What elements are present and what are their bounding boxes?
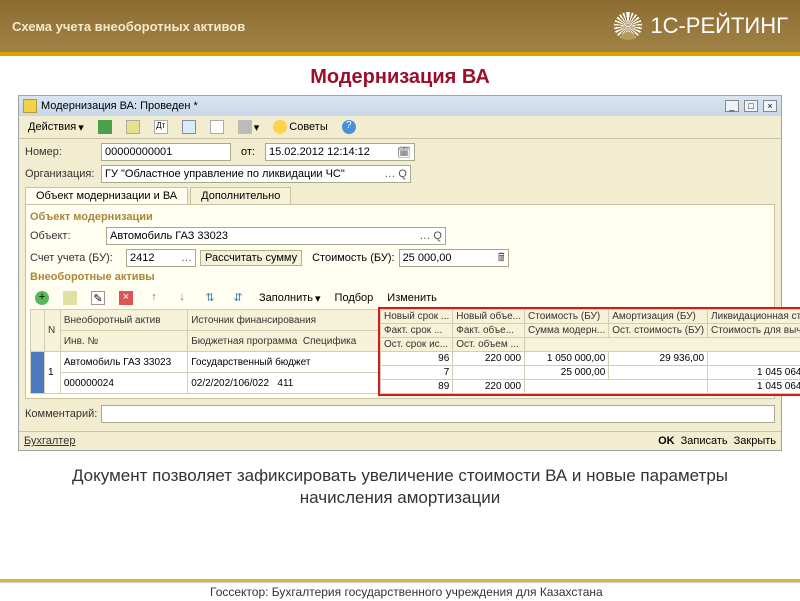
table-row[interactable]: 1 Автомобиль ГАЗ 33023 Государственный б… xyxy=(31,352,380,373)
grid-sort2-icon[interactable]: ⇵ xyxy=(226,289,250,307)
tool-post-icon[interactable] xyxy=(93,118,117,136)
slide-description: Документ позволяет зафиксировать увеличе… xyxy=(40,465,760,509)
number-label: Номер: xyxy=(25,146,97,158)
section-assets-heading: Внеоборотные активы xyxy=(30,271,770,283)
tab-object[interactable]: Объект модернизации и ВА xyxy=(25,187,188,204)
slide-title: Модернизация ВА xyxy=(0,66,800,89)
table-row[interactable]: 89 220 000 1 045 064,00 xyxy=(381,380,800,394)
grid-left[interactable]: N Внеоборотный актив Источник финансиров… xyxy=(30,309,380,394)
window-controls: _ □ × xyxy=(723,100,777,112)
calc-icon[interactable]: 🖩 xyxy=(498,249,505,268)
tool-copy-icon[interactable] xyxy=(121,118,145,136)
date-field[interactable]: 15.02.2012 12:14:12🗓 xyxy=(265,143,415,161)
grid-movedown-icon[interactable]: ↓ xyxy=(170,289,194,307)
main-toolbar: Действия ▾ Дт ▾ Советы ? xyxy=(19,116,781,139)
grid-add-icon[interactable]: + xyxy=(30,289,54,307)
tool-print-icon[interactable]: ▾ xyxy=(233,118,265,136)
org-field[interactable]: ГУ "Областное управление по ликвидации Ч… xyxy=(101,165,411,183)
table-row[interactable]: 000000024 02/2/202/106/022 411 xyxy=(31,373,380,394)
ok-button[interactable]: OK xyxy=(658,435,675,447)
section-object-heading: Объект модернизации xyxy=(30,211,770,223)
account-field[interactable]: 2412… xyxy=(126,249,196,267)
save-button[interactable]: Записать xyxy=(681,435,728,447)
select-icon[interactable]: … xyxy=(181,252,192,264)
table-row[interactable]: 96 220 000 1 050 000,00 29 936,00 13,48 xyxy=(381,352,800,366)
comment-label: Комментарий: xyxy=(25,408,97,420)
object-field[interactable]: Автомобиль ГАЗ 33023… Q xyxy=(106,227,446,245)
object-label: Объект: xyxy=(30,230,102,242)
pick-button[interactable]: Подбор xyxy=(330,290,379,306)
account-label: Счет учета (БУ): xyxy=(30,252,122,264)
table-row[interactable]: 7 25 000,00 1 045 064,00 xyxy=(381,366,800,380)
select-icon[interactable]: … Q xyxy=(384,168,407,180)
tool-list-icon[interactable] xyxy=(205,118,229,136)
status-link[interactable]: Бухгалтер xyxy=(24,435,75,447)
window-app-icon xyxy=(23,99,37,113)
bottom-text: Госсектор: Бухгалтерия государственного … xyxy=(0,582,800,600)
grid-edit-icon[interactable]: ✎ xyxy=(86,289,110,307)
tab-additional[interactable]: Дополнительно xyxy=(190,187,291,204)
grid-toolbar: + ✎ × ↑ ↓ ⇅ ⇵ Заполнить ▾ Подбор Изменит… xyxy=(30,287,770,309)
cost-label: Стоимость (БУ): xyxy=(312,252,394,264)
tool-help-icon[interactable]: ? xyxy=(337,118,361,136)
maximize-button[interactable]: □ xyxy=(744,100,758,112)
calendar-icon[interactable]: 🗓 xyxy=(397,146,411,159)
comment-field[interactable] xyxy=(101,405,775,423)
grid-sort-icon[interactable]: ⇅ xyxy=(198,289,222,307)
grid-copy-icon[interactable] xyxy=(58,289,82,307)
select-icon[interactable]: … Q xyxy=(419,230,442,242)
org-label: Организация: xyxy=(25,168,97,180)
brand-logo-icon xyxy=(614,12,642,40)
divider xyxy=(0,52,800,56)
window-titlebar[interactable]: Модернизация ВА: Проведен * _ □ × xyxy=(19,96,781,116)
app-window: Модернизация ВА: Проведен * _ □ × Действ… xyxy=(18,95,782,451)
subtitle: Схема учета внеоборотных активов xyxy=(12,19,245,34)
tool-report-icon[interactable] xyxy=(177,118,201,136)
grid-moveup-icon[interactable]: ↑ xyxy=(142,289,166,307)
grid-delete-icon[interactable]: × xyxy=(114,289,138,307)
slide-header: Схема учета внеоборотных активов 1С-РЕЙТ… xyxy=(0,0,800,52)
fill-button[interactable]: Заполнить ▾ xyxy=(254,290,326,307)
grid-right[interactable]: Новый срок ... Новый объе... Стоимость (… xyxy=(380,309,800,394)
number-field[interactable]: 00000000001 xyxy=(101,143,231,161)
close-button-footer[interactable]: Закрыть xyxy=(734,435,776,447)
tool-dt-icon[interactable]: Дт xyxy=(149,118,173,136)
tabs: Объект модернизации и ВА Дополнительно xyxy=(25,187,775,204)
actions-menu[interactable]: Действия ▾ xyxy=(23,119,89,136)
cost-field[interactable]: 25 000,00🖩 xyxy=(399,249,509,267)
minimize-button[interactable]: _ xyxy=(725,100,739,112)
window-footer: Бухгалтер OK Записать Закрыть xyxy=(19,431,781,450)
calc-sum-button[interactable]: Рассчитать сумму xyxy=(200,250,302,266)
from-label: от: xyxy=(241,146,255,158)
edit-button[interactable]: Изменить xyxy=(382,290,442,306)
close-button[interactable]: × xyxy=(763,100,777,112)
tool-hints-button[interactable]: Советы xyxy=(268,118,332,136)
brand-name: 1С-РЕЙТИНГ xyxy=(650,13,788,39)
row-marker xyxy=(31,310,45,352)
window-title: Модернизация ВА: Проведен * xyxy=(41,100,198,112)
